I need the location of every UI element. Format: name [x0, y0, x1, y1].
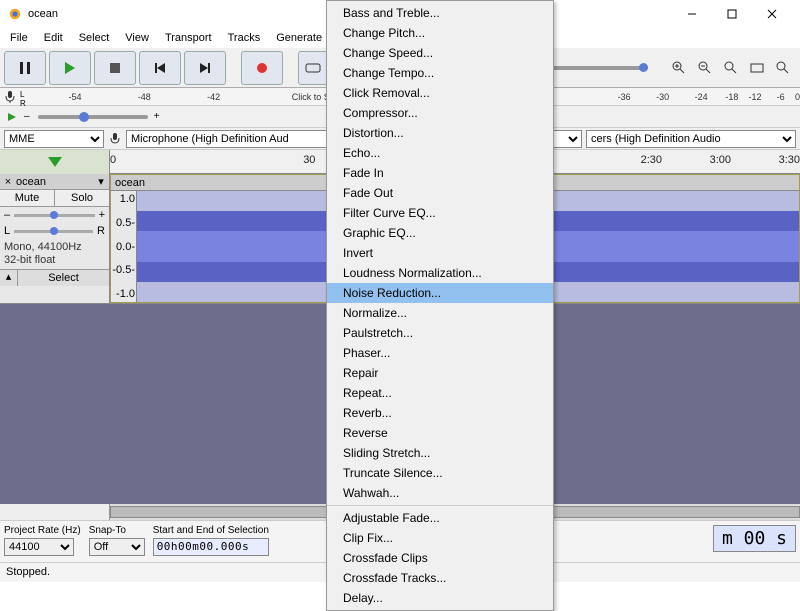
zoom-selection-button[interactable]: [719, 56, 743, 80]
track-info: Mono, 44100Hz 32-bit float: [0, 239, 109, 269]
effect-item[interactable]: Compressor...: [327, 103, 553, 123]
zoom-in-button[interactable]: [667, 56, 691, 80]
minimize-button[interactable]: [672, 0, 712, 28]
effect-item[interactable]: Noise Reduction...: [327, 283, 553, 303]
status-text: Stopped.: [6, 566, 50, 578]
effect-item[interactable]: Graphic EQ...: [327, 223, 553, 243]
effect-item[interactable]: Crossfade Clips: [327, 548, 553, 568]
menu-transport[interactable]: Transport: [157, 29, 220, 47]
effect-item[interactable]: Distortion...: [327, 123, 553, 143]
snap-label: Snap-To: [89, 525, 145, 536]
menu-view[interactable]: View: [117, 29, 157, 47]
effect-item[interactable]: Sliding Stretch...: [327, 443, 553, 463]
track-close-button[interactable]: ×: [2, 176, 14, 188]
mute-button[interactable]: Mute: [0, 190, 55, 206]
effect-item[interactable]: Truncate Silence...: [327, 463, 553, 483]
project-rate-select[interactable]: 44100: [4, 538, 74, 556]
skip-start-button[interactable]: [139, 51, 181, 85]
effect-item[interactable]: Paulstretch...: [327, 323, 553, 343]
plus-label: +: [154, 111, 160, 122]
effect-item[interactable]: Repeat...: [327, 383, 553, 403]
close-button[interactable]: [752, 0, 792, 28]
pause-button[interactable]: [4, 51, 46, 85]
gain-slider[interactable]: [14, 214, 94, 217]
skip-end-button[interactable]: [184, 51, 226, 85]
menu-edit[interactable]: Edit: [36, 29, 71, 47]
track-menu-button[interactable]: ▾: [95, 175, 107, 188]
effect-item[interactable]: Fade Out: [327, 183, 553, 203]
stop-button[interactable]: [94, 51, 136, 85]
effect-item[interactable]: Normalize...: [327, 303, 553, 323]
mic-device-icon: [108, 132, 122, 146]
playhead-icon: [48, 157, 62, 167]
recording-volume-slider[interactable]: [38, 115, 148, 119]
app-logo-icon: [8, 7, 22, 21]
effect-item[interactable]: Echo...: [327, 143, 553, 163]
menu-separator: [327, 505, 553, 506]
selection-start-field[interactable]: 00h00m00.000s: [153, 538, 269, 556]
timeline-head[interactable]: [0, 150, 110, 174]
track-name: ocean: [16, 176, 93, 188]
collapse-button[interactable]: ▴: [0, 270, 18, 286]
audio-host-select[interactable]: MME: [4, 130, 104, 148]
vertical-scale: 1.0 0.5- 0.0- -0.5- -1.0: [111, 191, 137, 302]
menu-tracks[interactable]: Tracks: [220, 29, 269, 47]
selection-label: Start and End of Selection: [153, 525, 269, 536]
playback-volume-slider[interactable]: [538, 66, 648, 70]
select-button[interactable]: Select: [18, 270, 109, 286]
record-button[interactable]: [241, 51, 283, 85]
effect-item[interactable]: Crossfade Tracks...: [327, 568, 553, 588]
effect-item[interactable]: Delay...: [327, 588, 553, 608]
solo-button[interactable]: Solo: [55, 190, 109, 206]
playback-device-select[interactable]: cers (High Definition Audio: [586, 130, 796, 148]
effect-item[interactable]: Bass and Treble...: [327, 3, 553, 23]
play-button[interactable]: [49, 51, 91, 85]
meter-channel-l: LR: [20, 88, 30, 105]
effect-item[interactable]: Loudness Normalization...: [327, 263, 553, 283]
maximize-button[interactable]: [712, 0, 752, 28]
effect-item[interactable]: Repair: [327, 363, 553, 383]
track-control-panel: × ocean ▾ Mute Solo – + L R Mono, 44100H…: [0, 174, 110, 303]
project-rate-label: Project Rate (Hz): [4, 525, 81, 536]
zoom-fit-button[interactable]: [745, 56, 769, 80]
effect-item[interactable]: Invert: [327, 243, 553, 263]
window-title: ocean: [28, 8, 58, 20]
zoom-toggle-button[interactable]: [771, 56, 795, 80]
pan-slider[interactable]: [14, 230, 93, 233]
effect-item[interactable]: Change Pitch...: [327, 23, 553, 43]
effect-item[interactable]: Click Removal...: [327, 83, 553, 103]
effect-item[interactable]: Fade In: [327, 163, 553, 183]
menu-file[interactable]: File: [2, 29, 36, 47]
effect-menu: Bass and Treble...Change Pitch...Change …: [326, 0, 554, 611]
effect-item[interactable]: Adjustable Fade...: [327, 508, 553, 528]
effect-item[interactable]: Reverb...: [327, 403, 553, 423]
effect-item[interactable]: Filter Curve EQ...: [327, 203, 553, 223]
snap-select[interactable]: Off: [89, 538, 145, 556]
effect-item[interactable]: Change Speed...: [327, 43, 553, 63]
mic-icon: [0, 88, 20, 105]
zoom-out-button[interactable]: [693, 56, 717, 80]
menu-select[interactable]: Select: [71, 29, 118, 47]
effect-item[interactable]: Reverse: [327, 423, 553, 443]
menu-generate[interactable]: Generate: [268, 29, 330, 47]
effect-item[interactable]: Phaser...: [327, 343, 553, 363]
minus-label: –: [24, 111, 30, 122]
audio-position-field[interactable]: m 00 s: [713, 525, 796, 552]
effect-item[interactable]: Change Tempo...: [327, 63, 553, 83]
play-small-icon: [2, 108, 22, 126]
effect-item[interactable]: Clip Fix...: [327, 528, 553, 548]
effect-item[interactable]: Wahwah...: [327, 483, 553, 503]
loop-button[interactable]: [298, 51, 328, 85]
